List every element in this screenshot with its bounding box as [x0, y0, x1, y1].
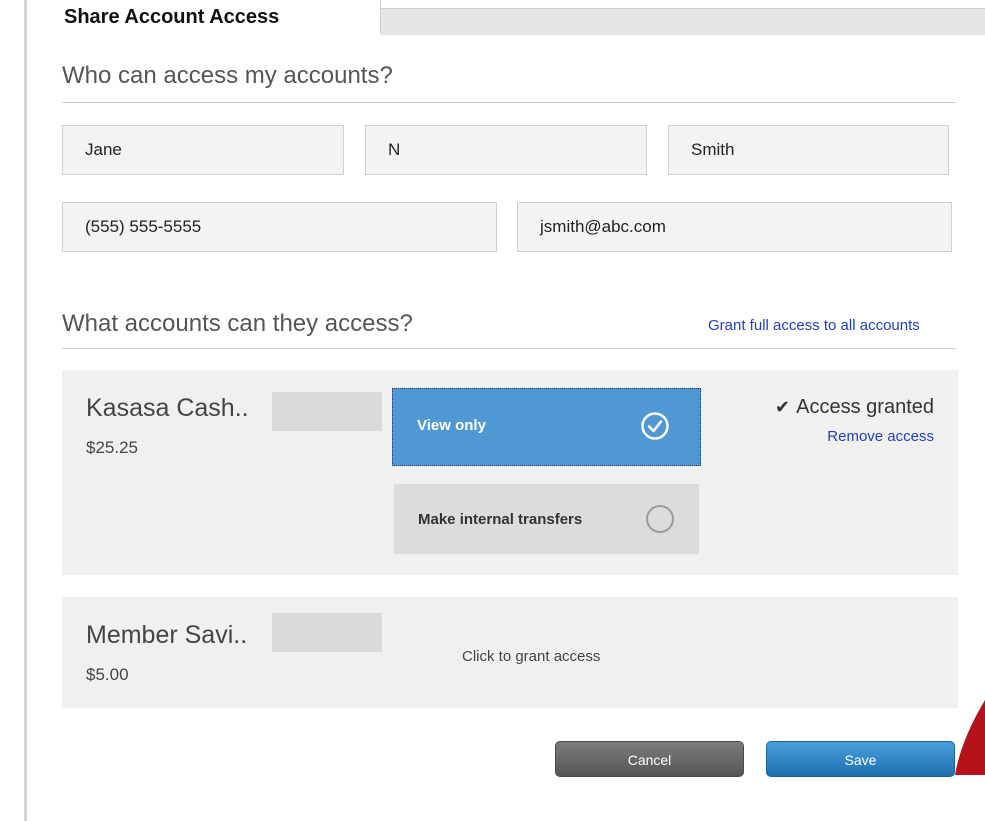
account-name: Kasasa Cash.. [86, 394, 249, 422]
email-field[interactable]: jsmith@abc.com [517, 202, 952, 252]
left-border [24, 0, 27, 821]
save-button[interactable]: Save [766, 741, 955, 777]
middle-initial-field[interactable]: N [365, 125, 647, 175]
view-only-label: View only [417, 417, 486, 434]
account-number-mask [272, 613, 382, 652]
tab-label: Share Account Access [64, 6, 280, 28]
first-name-field[interactable]: Jane [62, 125, 344, 175]
last-name-field[interactable]: Smith [668, 125, 949, 175]
make-internal-transfers-option[interactable]: Make internal transfers [394, 484, 699, 554]
view-only-option[interactable]: View only [392, 388, 701, 466]
account-card-member-savings[interactable]: Member Savi.. $5.00 Click to grant acces… [62, 597, 958, 708]
checkmark-icon: ✔ [775, 397, 791, 417]
who-section-divider [62, 102, 956, 103]
who-section-title: Who can access my accounts? [62, 62, 393, 89]
click-to-grant-access-link[interactable]: Click to grant access [462, 648, 600, 665]
share-access-page: Share Account Access Who can access my a… [0, 0, 985, 821]
red-corner-shape [955, 700, 985, 775]
cancel-button[interactable]: Cancel [555, 741, 744, 777]
accounts-section-title: What accounts can they access? [62, 310, 413, 337]
make-internal-transfers-label: Make internal transfers [418, 511, 583, 528]
remove-access-link[interactable]: Remove access [827, 428, 934, 445]
account-name: Member Savi.. [86, 621, 248, 649]
tab-bar: Share Account Access [36, 0, 985, 35]
phone-field[interactable]: (555) 555-5555 [62, 202, 497, 252]
tab-bar-filler [381, 8, 985, 35]
tab-share-account-access[interactable]: Share Account Access [36, 0, 381, 34]
accounts-section-divider [62, 348, 956, 349]
account-balance: $25.25 [86, 438, 138, 457]
check-circle-icon [641, 412, 669, 440]
access-granted-text: Access granted [796, 396, 934, 418]
access-granted-status: ✔ Access granted [775, 396, 934, 419]
account-balance: $5.00 [86, 665, 129, 684]
grant-full-access-link[interactable]: Grant full access to all accounts [708, 317, 920, 334]
empty-circle-icon [646, 505, 674, 533]
account-card-kasasa-cash: Kasasa Cash.. $25.25 View only Make inte… [62, 370, 958, 575]
account-number-mask [272, 392, 382, 431]
